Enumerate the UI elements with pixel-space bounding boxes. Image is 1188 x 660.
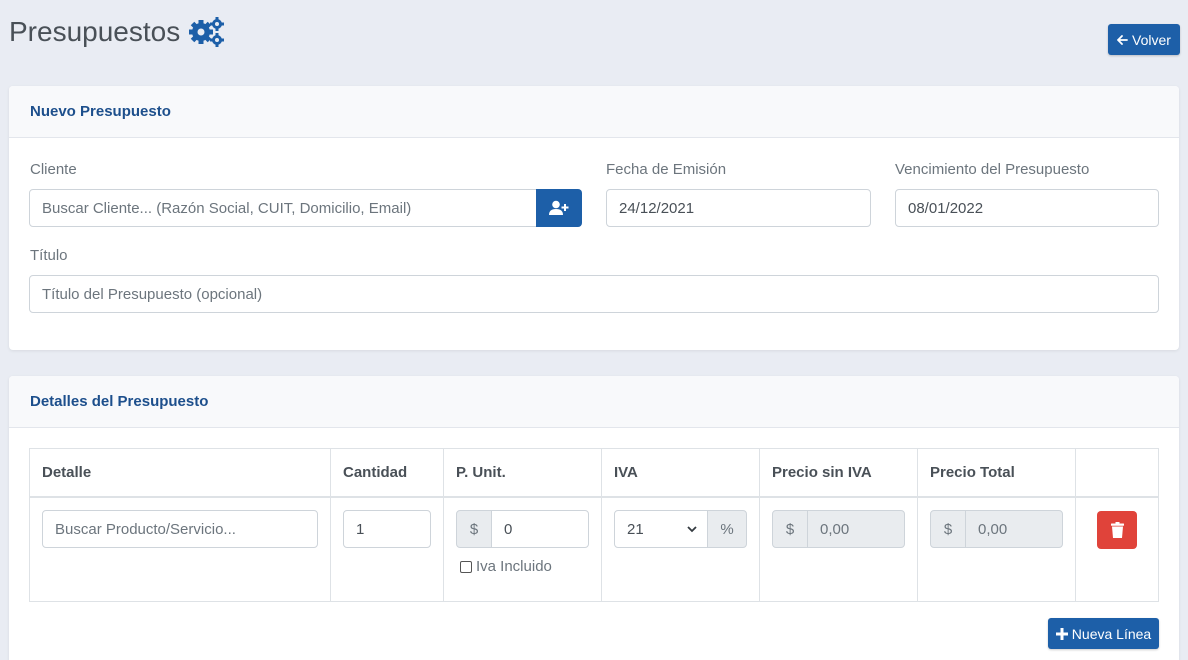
column-header-cantidad: Cantidad — [331, 449, 444, 496]
card-header: Detalles del Presupuesto — [9, 376, 1179, 428]
vencimiento-input[interactable]: 08/01/2022 — [895, 189, 1159, 227]
iva-select[interactable]: 21 — [614, 510, 708, 548]
table-cell-cantidad: 1 — [331, 498, 444, 601]
cantidad-input[interactable]: 1 — [343, 510, 431, 548]
column-header-actions — [1076, 449, 1160, 496]
add-client-button[interactable] — [536, 189, 582, 227]
table-cell-detalle: Buscar Producto/Servicio... — [30, 498, 331, 601]
user-plus-icon — [549, 200, 569, 215]
currency-addon: $ — [930, 510, 966, 548]
table-cell-precio-total: $ 0,00 — [918, 498, 1076, 601]
nuevo-presupuesto-card: Nuevo Presupuesto Cliente Buscar Cliente… — [9, 86, 1179, 350]
column-header-detalle: Detalle — [30, 449, 331, 496]
column-header-precio-total: Precio Total — [918, 449, 1076, 496]
titulo-label: Título — [30, 247, 68, 264]
fecha-label: Fecha de Emisión — [606, 161, 727, 178]
table-cell-precio-unit: $ 0 Iva Incluido — [444, 498, 602, 601]
table-header-row: Detalle Cantidad P. Unit. IVA Precio sin… — [30, 449, 1158, 498]
percent-addon: % — [707, 510, 747, 548]
plus-icon — [1055, 627, 1068, 640]
precio-sin-iva-input: 0,00 — [807, 510, 905, 548]
vencimiento-label: Vencimiento del Presupuesto — [895, 161, 1090, 178]
titulo-input[interactable]: Título del Presupuesto (opcional) — [29, 275, 1159, 313]
back-button-label: Volver — [1132, 31, 1171, 48]
back-button[interactable]: Volver — [1108, 24, 1180, 55]
trash-icon — [1110, 522, 1124, 538]
arrow-left-icon — [1117, 34, 1128, 45]
currency-addon: $ — [772, 510, 808, 548]
gears-icon — [189, 17, 225, 47]
page-title: Presupuestos — [9, 16, 226, 48]
card-heading: Nuevo Presupuesto — [30, 103, 171, 120]
table-cell-iva: 21 % — [602, 498, 760, 601]
detalles-table: Detalle Cantidad P. Unit. IVA Precio sin… — [29, 448, 1159, 602]
iva-incluido-label: Iva Incluido — [476, 558, 552, 575]
fecha-emision-input[interactable]: 24/12/2021 — [606, 189, 871, 227]
iva-select-value: 21 — [627, 520, 644, 538]
detalles-card: Detalles del Presupuesto Detalle Cantida… — [9, 376, 1179, 660]
nueva-linea-label: Nueva Línea — [1071, 625, 1152, 642]
cliente-label: Cliente — [30, 161, 77, 178]
currency-addon: $ — [456, 510, 492, 548]
nueva-linea-button[interactable]: Nueva Línea — [1048, 618, 1159, 649]
precio-total-input: 0,00 — [965, 510, 1063, 548]
card-heading: Detalles del Presupuesto — [30, 393, 209, 410]
card-header: Nuevo Presupuesto — [9, 86, 1179, 138]
column-header-iva: IVA — [602, 449, 760, 496]
checkbox-icon[interactable] — [460, 560, 472, 573]
column-header-precio-unit: P. Unit. — [444, 449, 602, 496]
page-title-text: Presupuestos — [9, 16, 181, 47]
chevron-down-icon — [687, 526, 697, 533]
precio-unit-input[interactable]: 0 — [491, 510, 589, 548]
delete-line-button[interactable] — [1097, 511, 1137, 549]
column-header-precio-sin-iva: Precio sin IVA — [760, 449, 918, 496]
table-cell-precio-sin-iva: $ 0,00 — [760, 498, 918, 601]
table-cell-actions — [1076, 498, 1160, 601]
producto-search-input[interactable]: Buscar Producto/Servicio... — [42, 510, 318, 548]
iva-incluido-checkbox[interactable]: Iva Incluido — [460, 558, 552, 575]
cliente-search-input[interactable]: Buscar Cliente... (Razón Social, CUIT, D… — [29, 189, 537, 227]
